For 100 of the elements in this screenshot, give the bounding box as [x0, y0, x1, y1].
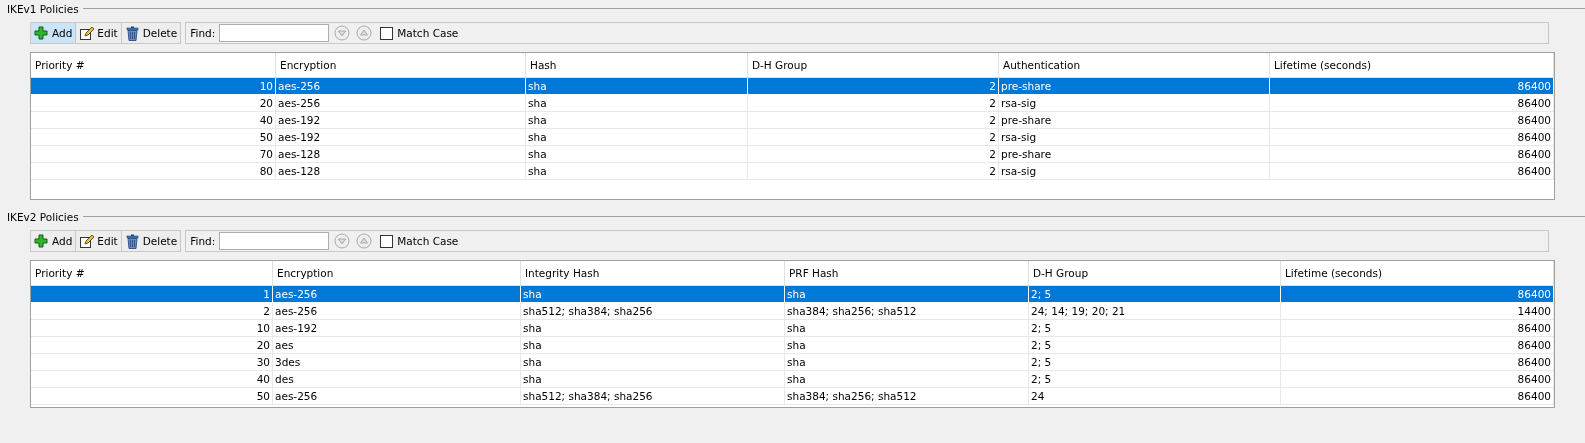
table-cell: 40	[31, 371, 273, 388]
table-cell: sha512; sha384; sha256	[521, 388, 785, 405]
checkbox[interactable]	[380, 26, 394, 40]
table-row[interactable]: 40 des sha sha 2; 5 86400	[31, 371, 1554, 388]
table-cell: sha	[785, 354, 1029, 371]
table-cell: aes-192	[276, 112, 526, 129]
table-cell: aes-192	[273, 320, 521, 337]
plus-icon	[34, 25, 49, 41]
table-cell: sha	[521, 371, 785, 388]
table-cell: sha	[785, 286, 1029, 303]
search-field[interactable]	[219, 232, 330, 250]
table-cell: 20	[31, 95, 276, 112]
table-cell: aes-256	[273, 303, 521, 320]
table-cell: 2	[748, 129, 999, 146]
table-cell: 50	[31, 129, 276, 146]
find-next-button[interactable]	[334, 25, 351, 41]
table-cell: 86400	[1270, 129, 1554, 146]
table-cell: 2; 5	[1029, 371, 1281, 388]
find-label: Find:	[190, 235, 216, 247]
table-row[interactable]: 1 aes-256 sha sha 2; 5 86400	[31, 286, 1554, 303]
table-row[interactable]: 30 3des sha sha 2; 5 86400	[31, 354, 1554, 371]
table-row[interactable]: 70 aes-128 sha 2 pre-share 86400	[31, 146, 1554, 163]
table-cell: pre-share	[999, 112, 1270, 129]
table-cell: aes-128	[276, 163, 526, 180]
table-cell: aes	[273, 337, 521, 354]
add-button[interactable]: Add	[31, 231, 77, 251]
table-cell: 24; 14; 19; 20; 21	[1029, 303, 1281, 320]
table-cell: 86400	[1281, 320, 1554, 337]
table-row[interactable]: 2 aes-256 sha512; sha384; sha256 sha384; sha256; sha512 24; 14; 19; 20; 21 14400	[31, 303, 1554, 320]
table-cell: sha	[526, 129, 748, 146]
table-cell: 86400	[1270, 163, 1554, 180]
table-row[interactable]: 80 aes-128 sha 2 rsa-sig 86400	[31, 163, 1554, 180]
table-cell: 86400	[1270, 146, 1554, 163]
table-cell: sha	[785, 320, 1029, 337]
table-cell: 14400	[1281, 303, 1554, 320]
find-label: Find:	[190, 27, 216, 39]
search-field[interactable]	[219, 24, 330, 42]
table-cell: 1	[31, 286, 273, 303]
plus-icon	[34, 233, 49, 249]
table-cell: sha384; sha256; sha512	[785, 388, 1029, 405]
table-cell: sha	[785, 371, 1029, 388]
table-cell: sha	[526, 112, 748, 129]
table-row[interactable]: 10 aes-256 sha 2 pre-share 86400	[31, 78, 1554, 95]
table-cell: 10	[31, 320, 273, 337]
table-cell: 80	[31, 163, 276, 180]
table-cell: 2; 5	[1029, 320, 1281, 337]
table-row[interactable]: 20 aes sha sha 2; 5 86400	[31, 337, 1554, 354]
table-cell: 2	[748, 78, 999, 95]
table-cell: 2	[748, 163, 999, 180]
find-previous-button[interactable]	[356, 25, 373, 41]
table-cell: 30	[31, 354, 273, 371]
table-cell: 2	[748, 146, 999, 163]
table-cell: sha	[521, 354, 785, 371]
table-cell: 86400	[1281, 388, 1554, 405]
table-cell: aes-256	[273, 388, 521, 405]
table-row[interactable]: 40 aes-192 sha 2 pre-share 86400	[31, 112, 1554, 129]
table-cell: 86400	[1270, 112, 1554, 129]
table-cell: aes-128	[276, 146, 526, 163]
table-cell: des	[273, 371, 521, 388]
table-cell: 24	[1029, 388, 1281, 405]
checkbox-label[interactable]: Match Case	[397, 27, 459, 39]
table-cell: 86400	[1270, 95, 1554, 112]
table-cell: aes-256	[276, 95, 526, 112]
table-cell: 86400	[1281, 286, 1554, 303]
table-cell: sha	[526, 163, 748, 180]
table-cell: 70	[31, 146, 276, 163]
table-cell: aes-192	[276, 129, 526, 146]
table-cell: sha	[521, 337, 785, 354]
find-next-button[interactable]	[334, 233, 351, 249]
table-cell: 86400	[1281, 337, 1554, 354]
trash-icon	[124, 233, 140, 249]
table-cell: pre-share	[999, 146, 1270, 163]
table-cell: sha	[521, 320, 785, 337]
table-cell: aes-256	[276, 78, 526, 95]
table-cell: 2	[748, 112, 999, 129]
table-cell: 40	[31, 112, 276, 129]
table-row[interactable]: 20 aes-256 sha 2 rsa-sig 86400	[31, 95, 1554, 112]
table-cell: sha	[785, 337, 1029, 354]
checkbox-label[interactable]: Match Case	[397, 235, 459, 247]
table-row[interactable]: 50 aes-192 sha 2 rsa-sig 86400	[31, 129, 1554, 146]
table-row[interactable]: 10 aes-192 sha sha 2; 5 86400	[31, 320, 1554, 337]
pencil-icon	[79, 233, 95, 249]
table-cell: 2; 5	[1029, 354, 1281, 371]
find-previous-button[interactable]	[356, 233, 373, 249]
checkbox[interactable]	[380, 234, 394, 248]
table-cell: pre-share	[999, 78, 1270, 95]
table-cell: 86400	[1281, 371, 1554, 388]
table-cell: sha	[521, 286, 785, 303]
table-cell: rsa-sig	[999, 129, 1270, 146]
add-button[interactable]: Add	[31, 23, 77, 43]
table-cell: 2; 5	[1029, 286, 1281, 303]
table-cell: rsa-sig	[999, 95, 1270, 112]
table-cell: sha	[526, 146, 748, 163]
table-cell: rsa-sig	[999, 163, 1270, 180]
table-cell: 86400	[1281, 354, 1554, 371]
table-row[interactable]: 50 aes-256 sha512; sha384; sha256 sha384; sha256; sha512 24 86400	[31, 388, 1554, 405]
table-cell: aes-256	[273, 286, 521, 303]
pencil-icon	[79, 25, 95, 41]
section-title: IKEv2 Policies	[7, 210, 80, 223]
table-cell: 20	[31, 337, 273, 354]
